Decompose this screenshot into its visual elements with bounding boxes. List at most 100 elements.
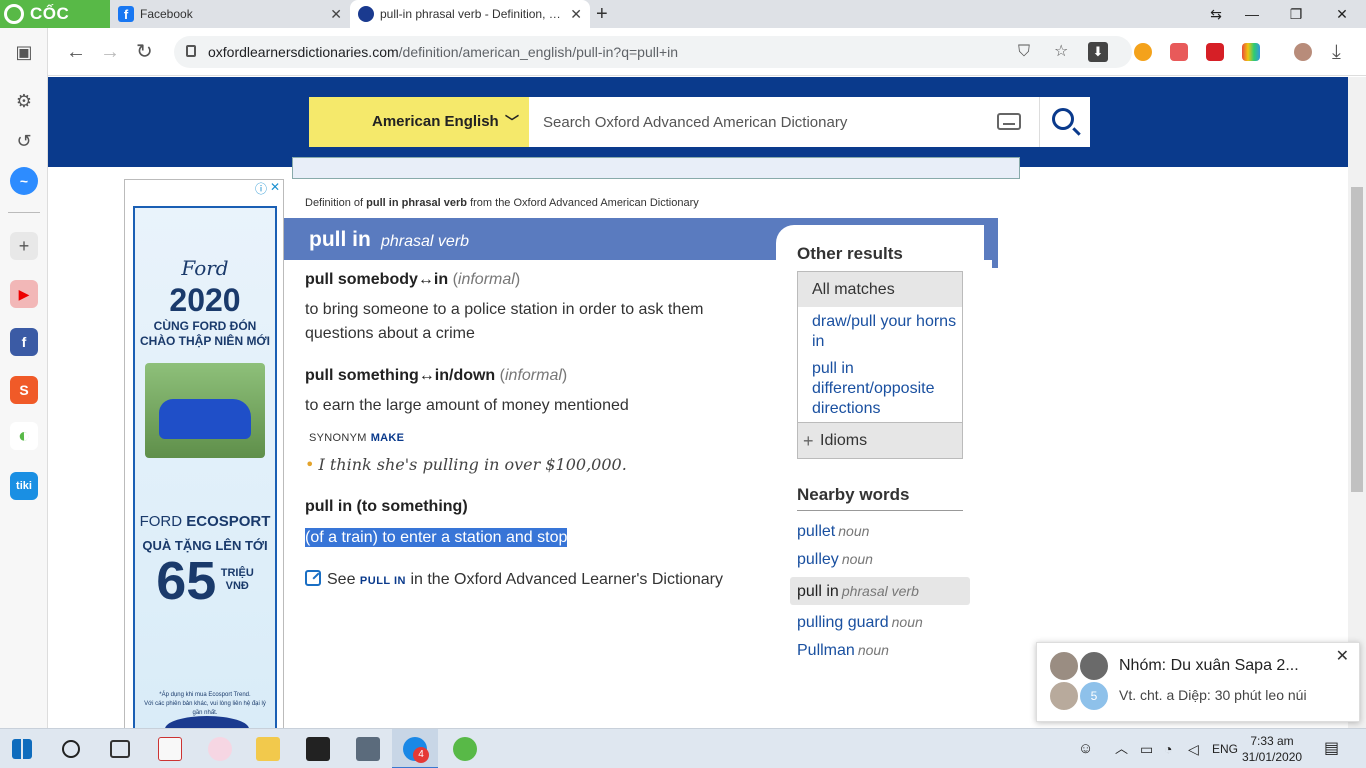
sense-heading: pull somebody↔in (informal)	[305, 271, 521, 288]
coccoc-menu-button[interactable]: CỐC CỐC	[0, 0, 110, 51]
cortana-search-icon[interactable]	[62, 740, 80, 758]
sidebar-divider	[8, 212, 40, 213]
selected-text[interactable]: (of a train) to enter a station and stop	[305, 528, 568, 547]
back-arrow-icon[interactable]: ←	[66, 40, 86, 64]
headword-bar-edge	[992, 218, 998, 268]
ad-fine-print: *Áp dụng khi mua Ecosport Trend. Với các …	[144, 692, 266, 716]
tiki-icon[interactable]: tiki	[10, 472, 38, 500]
car-image	[145, 363, 265, 458]
result-link[interactable]: draw/pull your horns in	[812, 312, 958, 352]
downloads-icon[interactable]: ⤓	[1332, 40, 1341, 64]
new-tab-button[interactable]: +	[596, 0, 608, 28]
close-icon[interactable]: ✕	[1336, 646, 1349, 666]
address-bar[interactable]: oxfordlearnersdictionaries.com/definitio…	[174, 36, 1132, 68]
search-input[interactable]	[529, 97, 989, 147]
extension-icon[interactable]	[1242, 43, 1260, 61]
dictionary-selector[interactable]: American English ﹀	[309, 97, 529, 147]
browser-sidebar: ▣ ⚙ ↺ ~ + ▶ f S ◐ tiki	[0, 28, 48, 728]
ad-info-icon[interactable]: ⓘ	[255, 180, 267, 197]
definition-breadcrumb: Definition of pull in phrasal verb from …	[305, 197, 699, 209]
sense-heading: pull something↔in/down (informal)	[305, 367, 568, 384]
shopee-icon[interactable]: S	[10, 376, 38, 404]
profile-avatar[interactable]	[1294, 43, 1312, 61]
paint-app-icon[interactable]	[208, 737, 232, 761]
avatar	[1079, 651, 1109, 681]
all-matches-header[interactable]: All matches	[798, 272, 962, 307]
messenger-icon[interactable]: ~	[10, 167, 38, 195]
app-icon[interactable]	[356, 737, 380, 761]
maximize-button[interactable]: ❐	[1276, 0, 1316, 28]
adblock-icon[interactable]	[1170, 43, 1188, 61]
extension-icon[interactable]	[1206, 43, 1224, 61]
nearby-word[interactable]: Pullman noun	[797, 642, 889, 660]
nearby-word[interactable]: pulley noun	[797, 551, 873, 569]
tab-oxford[interactable]: pull-in phrasal verb - Definition, pictu…	[350, 0, 590, 28]
scrollbar-thumb[interactable]	[1351, 187, 1363, 492]
nearby-words-title: Nearby words	[797, 485, 910, 504]
language-indicator[interactable]: ENG	[1212, 729, 1238, 768]
chevron-down-icon: ﹀	[505, 114, 519, 130]
task-view-icon[interactable]	[110, 740, 130, 758]
idioms-expander[interactable]: + Idioms	[798, 422, 962, 458]
add-shortcut-icon[interactable]: +	[10, 232, 38, 260]
lock-icon	[186, 45, 196, 57]
facebook-icon: f	[118, 6, 134, 22]
action-center-icon[interactable]: ▤	[1324, 729, 1339, 768]
bookmark-star-icon[interactable]: ☆	[1054, 43, 1068, 61]
extension-icon[interactable]	[1134, 43, 1152, 61]
shield-icon[interactable]: ⛉	[1018, 43, 1030, 61]
settings-gear-icon[interactable]: ⚙	[10, 87, 38, 115]
coccoc-icon[interactable]	[453, 737, 477, 761]
synonym-link[interactable]: MAKE	[371, 432, 405, 444]
result-link[interactable]: pull in different/opposite directions	[812, 359, 958, 419]
tab-facebook[interactable]: f Facebook ✕	[110, 0, 350, 28]
restore-tabs-icon[interactable]: ⇆	[1196, 0, 1236, 28]
close-icon[interactable]: ✕	[330, 0, 342, 28]
history-icon[interactable]: ↺	[10, 127, 38, 155]
ad-close-icon[interactable]: ✕	[270, 180, 280, 194]
zalo-notification[interactable]: 5 Nhóm: Du xuân Sapa 2... Vt. cht. a Diệ…	[1036, 642, 1360, 722]
notification-title: Nhóm: Du xuân Sapa 2...	[1119, 657, 1299, 674]
other-results-title: Other results	[797, 244, 903, 263]
see-also-link[interactable]: See PULL IN in the Oxford Advanced Learn…	[305, 570, 723, 589]
close-window-button[interactable]: ✕	[1322, 0, 1362, 28]
coccoc-icon[interactable]: ◐	[10, 422, 38, 450]
page-content: American English ﹀ ⓘ ✕ Ford 2020 CÙNG FO…	[48, 77, 1366, 728]
coccoc-logo-icon	[4, 4, 24, 24]
ad-tagline: CHÀO THẬP NIÊN MỚI	[139, 334, 271, 348]
sidebar-toggle-icon[interactable]: ▣	[10, 38, 38, 66]
nearby-word[interactable]: pullet noun	[797, 523, 869, 541]
windows-start-icon[interactable]	[12, 739, 32, 759]
system-clock[interactable]: 7:33 am 31/01/2020	[1242, 733, 1302, 765]
avatar	[1049, 651, 1079, 681]
forward-arrow-icon[interactable]: →	[100, 40, 120, 64]
reload-icon[interactable]: ↻	[136, 40, 153, 64]
wifi-icon[interactable]: ◔	[1164, 729, 1172, 768]
file-explorer-icon[interactable]	[256, 737, 280, 761]
url-text[interactable]: oxfordlearnersdictionaries.com/definitio…	[208, 36, 678, 68]
volume-icon[interactable]: ◁	[1188, 729, 1199, 768]
sense-definition: to earn the large amount of money mentio…	[305, 397, 629, 414]
app-icon[interactable]	[158, 737, 182, 761]
facebook-icon[interactable]: f	[10, 328, 38, 356]
ford-ad[interactable]: ⓘ ✕ Ford 2020 CÙNG FORD ĐÓN CHÀO THẬP NI…	[124, 179, 284, 728]
sticky-notes-icon[interactable]	[306, 737, 330, 761]
download-page-icon[interactable]: ⬇	[1088, 42, 1108, 62]
people-icon[interactable]: ☺	[1078, 729, 1093, 768]
dictionary-selector-label: American English	[372, 113, 499, 130]
example-sentence: • I think she's pulling in over $100,000.	[305, 455, 627, 474]
nearby-word-current[interactable]: pull in phrasal verb	[790, 577, 970, 605]
minimize-button[interactable]: —	[1232, 0, 1272, 28]
battery-icon[interactable]: ▭	[1140, 729, 1153, 768]
search-button[interactable]	[1039, 97, 1090, 147]
sense-heading: pull in (to something)	[305, 498, 468, 515]
close-icon[interactable]: ✕	[570, 0, 582, 28]
chevron-up-icon[interactable]: ︿	[1115, 729, 1128, 768]
top-ad-banner[interactable]	[292, 157, 1020, 179]
nearby-word[interactable]: pulling guard noun	[797, 614, 923, 632]
navigation-bar: ← → ↻ oxfordlearnersdictionaries.com/def…	[48, 28, 1366, 76]
youtube-icon[interactable]: ▶	[10, 280, 38, 308]
notification-badge: 4	[413, 747, 429, 763]
headword: pull in	[309, 228, 371, 251]
keyboard-icon[interactable]	[997, 113, 1021, 130]
